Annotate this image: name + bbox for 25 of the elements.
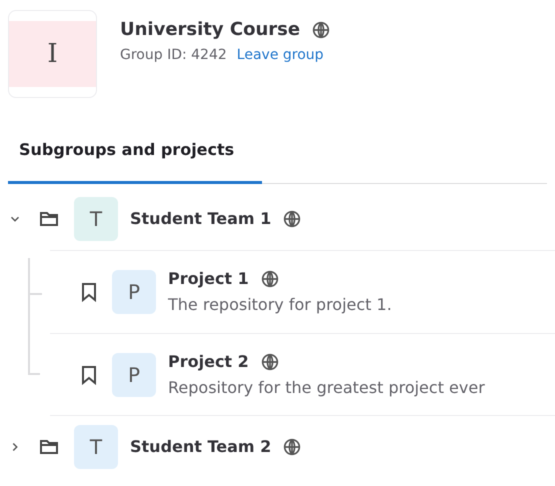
bookmark-icon[interactable]	[81, 282, 97, 302]
avatar: P	[112, 352, 156, 396]
tab[interactable]: Subgroups and projects	[8, 136, 262, 184]
avatar: P	[112, 270, 156, 314]
project-name[interactable]: Project 1	[168, 267, 249, 291]
group-name[interactable]: Student Team 2	[130, 435, 272, 459]
globe-icon	[260, 352, 279, 370]
avatar: T	[74, 425, 118, 469]
project-name[interactable]: Project 2	[168, 350, 249, 374]
group-name[interactable]: Student Team 1	[130, 207, 272, 231]
folder-icon	[39, 210, 59, 228]
avatar: T	[74, 197, 118, 241]
globe-icon	[283, 438, 302, 456]
bookmark-icon[interactable]	[81, 364, 97, 384]
globe-icon	[260, 270, 279, 288]
avatar-letter: I	[9, 21, 96, 87]
tree-branch-line	[30, 293, 42, 295]
group-id: Group ID: 4242	[120, 46, 227, 65]
globe-icon	[283, 210, 302, 228]
project-description: The repository for project 1.	[168, 294, 392, 316]
group-title: University Course	[120, 18, 300, 42]
globe-icon	[312, 20, 330, 38]
leave-group-link[interactable]: Leave group	[236, 45, 324, 66]
project-description: Repository for the greatest project ever	[168, 376, 485, 398]
folder-icon	[39, 438, 59, 456]
